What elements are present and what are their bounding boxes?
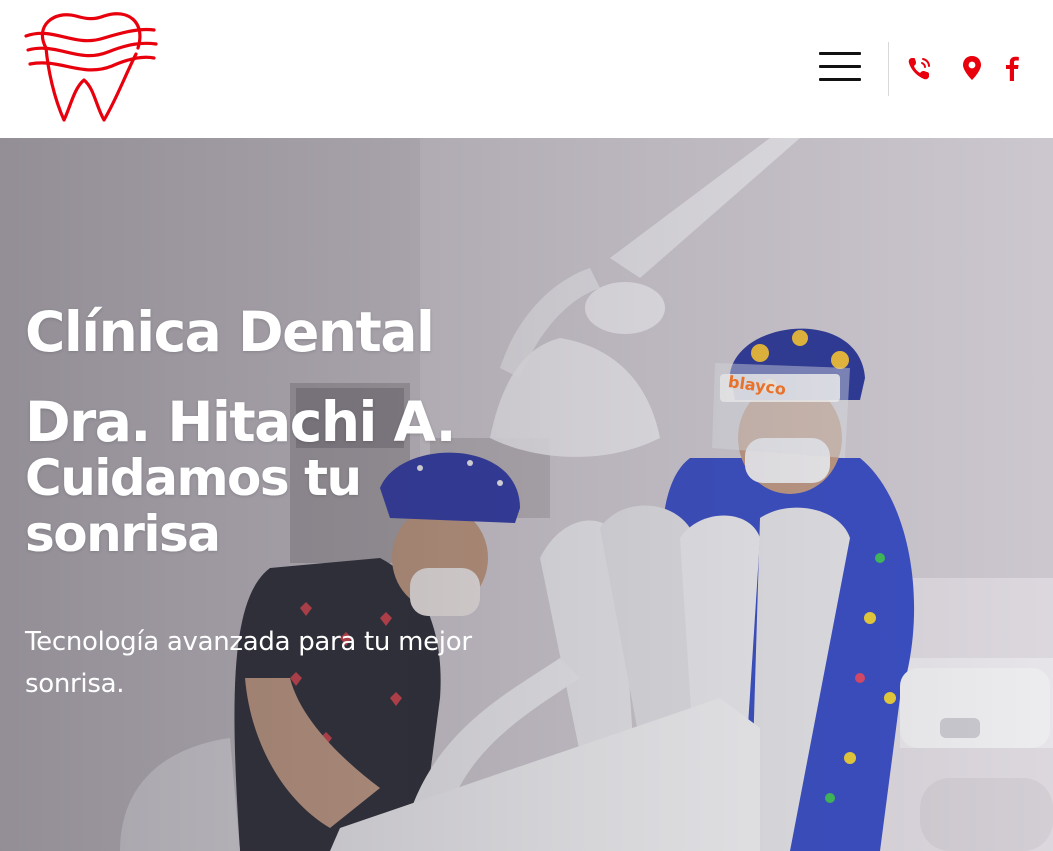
tooth-logo-icon[interactable]	[24, 8, 158, 126]
phone-icon[interactable]	[906, 54, 934, 82]
facebook-icon[interactable]	[1000, 54, 1028, 82]
site-header	[0, 0, 1053, 138]
menu-line	[819, 78, 861, 81]
menu-line	[819, 52, 861, 55]
hero-subtitle: Tecnología avanzada para tu mejor sonris…	[25, 627, 472, 699]
hero-section: Clínica Dental Dra. Hitachi A. Cuidamos …	[0, 138, 1053, 851]
hamburger-menu-icon[interactable]	[819, 52, 861, 82]
hero-title-line-1: Clínica Dental	[25, 300, 435, 364]
menu-line	[819, 65, 861, 68]
hero-title-line-3: Cuidamos tu sonrisa	[25, 449, 362, 563]
header-divider	[888, 42, 889, 96]
map-pin-icon[interactable]	[958, 54, 986, 82]
